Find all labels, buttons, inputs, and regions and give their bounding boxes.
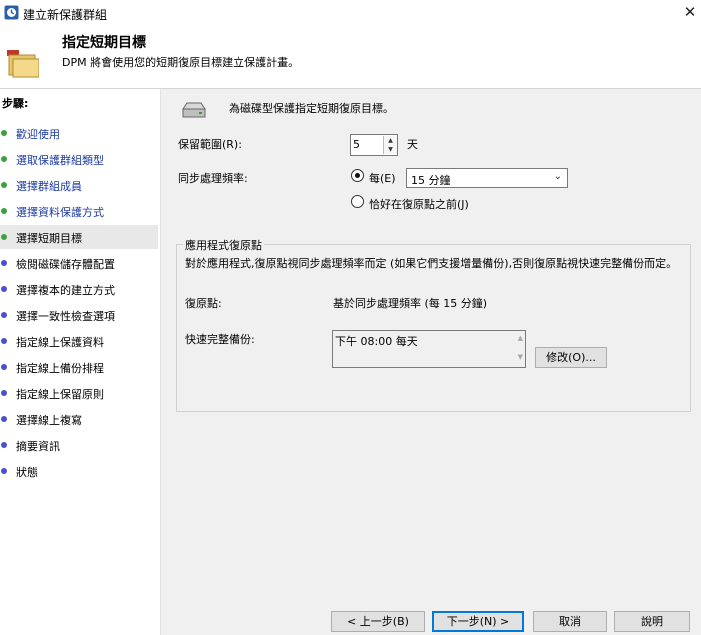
protection-group-folder-icon: [7, 50, 39, 78]
sidebar-step-label: 選取保護群組類型: [16, 154, 104, 167]
retention-label: 保留範圍(R):: [178, 138, 242, 151]
step-status-dot-icon: [1, 182, 7, 188]
radio-every-label[interactable]: 每(E): [369, 170, 396, 186]
sidebar-step: 指定線上保護資料: [0, 329, 158, 353]
express-full-backup-label: 快速完整備份:: [185, 333, 255, 346]
sidebar-step-label: 摘要資訊: [16, 440, 60, 453]
step-status-dot-icon: [1, 390, 7, 396]
sidebar-step: 選擇資料保護方式: [0, 199, 158, 223]
modify-button[interactable]: 修改(O)...: [535, 347, 607, 368]
retention-spinbox[interactable]: 5 ▲ ▼: [350, 134, 398, 156]
retention-unit: 天: [407, 138, 418, 151]
sidebar-step-label: 指定線上保護資料: [16, 336, 104, 349]
sidebar-step: 選擇一致性檢查選項: [0, 303, 158, 327]
step-status-dot-icon: [1, 286, 7, 292]
step-status-dot-icon: [1, 208, 7, 214]
scroll-down-icon: ▼: [517, 353, 523, 361]
next-button[interactable]: 下一步(N) >: [432, 611, 524, 632]
sidebar-step: 狀態: [0, 459, 158, 483]
retention-value[interactable]: 5: [353, 138, 360, 151]
radio-before-recovery-point-label[interactable]: 恰好在復原點之前(J): [369, 196, 469, 212]
radio-every[interactable]: [351, 169, 364, 182]
app-recovery-group-title: 應用程式復原點: [183, 237, 264, 253]
sidebar-step-label: 選擇短期目標: [16, 232, 82, 245]
step-status-dot-icon: [1, 364, 7, 370]
dpm-app-icon: [4, 5, 19, 20]
step-status-dot-icon: [1, 468, 7, 474]
wizard-header: 指定短期目標 DPM 將會使用您的短期復原目標建立保護計畫。: [0, 26, 701, 88]
main-panel: 為磁碟型保護指定短期復原目標。 保留範圍(R): 5 ▲ ▼ 天 同步處理頻率:…: [161, 89, 701, 635]
sidebar-step: 選擇短期目標: [0, 225, 158, 249]
sidebar-step-label: 歡迎使用: [16, 128, 60, 141]
frequency-value[interactable]: 15 分鐘: [411, 172, 451, 188]
steps-sidebar: 步驟: 歡迎使用選取保護群組類型 選擇群組成員選擇資料保護方式 選擇短期目標檢閱磁碟…: [0, 89, 160, 635]
radio-before-recovery-point[interactable]: [351, 195, 364, 208]
steps-heading: 步驟:: [2, 97, 29, 110]
frequency-dropdown[interactable]: 15 分鐘 ⌄: [406, 168, 568, 188]
sidebar-step: 指定線上備份排程: [0, 355, 158, 379]
step-status-dot-icon: [1, 156, 7, 162]
sidebar-step-label: 選擇一致性檢查選項: [16, 310, 115, 323]
scroll-up-icon: ▲: [517, 334, 523, 342]
spin-up-arrow-icon[interactable]: ▲: [383, 136, 397, 145]
intro-text: 為磁碟型保護指定短期復原目標。: [229, 102, 394, 115]
express-full-backup-box: 下午 08:00 每天 ▲ ▼: [332, 330, 526, 368]
step-status-dot-icon: [1, 312, 7, 318]
title-bar: 建立新保護群組 ✕: [0, 0, 701, 26]
disk-icon: [182, 102, 206, 118]
step-status-dot-icon: [1, 338, 7, 344]
step-status-dot-icon: [1, 130, 7, 136]
sidebar-step: 檢閱磁碟儲存體配置: [0, 251, 158, 275]
sidebar-step-label: 檢閱磁碟儲存體配置: [16, 258, 115, 271]
sidebar-step-label: 選擇群組成員: [16, 180, 82, 193]
step-status-dot-icon: [1, 260, 7, 266]
sidebar-step-label: 選擇資料保護方式: [16, 206, 104, 219]
cancel-button[interactable]: 取消: [533, 611, 607, 632]
express-full-backup-value: 下午 08:00 每天: [335, 335, 418, 348]
step-status-dot-icon: [1, 442, 7, 448]
sidebar-step-label: 指定線上保留原則: [16, 388, 104, 401]
sidebar-step: 選擇線上複寫: [0, 407, 158, 431]
recovery-points-label: 復原點:: [185, 297, 222, 310]
window-title: 建立新保護群組: [23, 8, 108, 22]
sidebar-step: 指定線上保留原則: [0, 381, 158, 405]
page-description: DPM 將會使用您的短期復原目標建立保護計畫。: [62, 56, 300, 69]
back-button[interactable]: < 上一步(B): [331, 611, 425, 632]
sidebar-step: 選擇群組成員: [0, 173, 158, 197]
help-button[interactable]: 說明: [614, 611, 690, 632]
sidebar-step-label: 狀態: [16, 466, 38, 479]
sidebar-step: 選取保護群組類型: [0, 147, 158, 171]
sidebar-step: 歡迎使用: [0, 121, 158, 145]
step-status-dot-icon: [1, 416, 7, 422]
step-status-dot-icon: [1, 234, 7, 240]
sidebar-step-label: 選擇線上複寫: [16, 414, 82, 427]
sidebar-step: 摘要資訊: [0, 433, 158, 457]
sidebar-step: 選擇複本的建立方式: [0, 277, 158, 301]
sync-frequency-label: 同步處理頻率:: [178, 172, 248, 185]
recovery-points-value: 基於同步處理頻率 (每 15 分鐘): [333, 297, 488, 310]
sidebar-step-label: 選擇複本的建立方式: [16, 284, 115, 297]
sidebar-step-label: 指定線上備份排程: [16, 362, 104, 375]
close-button[interactable]: ✕: [680, 2, 700, 22]
spin-down-arrow-icon[interactable]: ▼: [383, 145, 397, 154]
chevron-down-icon[interactable]: ⌄: [554, 171, 562, 182]
app-recovery-description: 對於應用程式,復原點視同步處理頻率而定 (如果它們支援增量備份),否則復原點視快…: [185, 257, 678, 270]
page-title: 指定短期目標: [62, 35, 146, 51]
